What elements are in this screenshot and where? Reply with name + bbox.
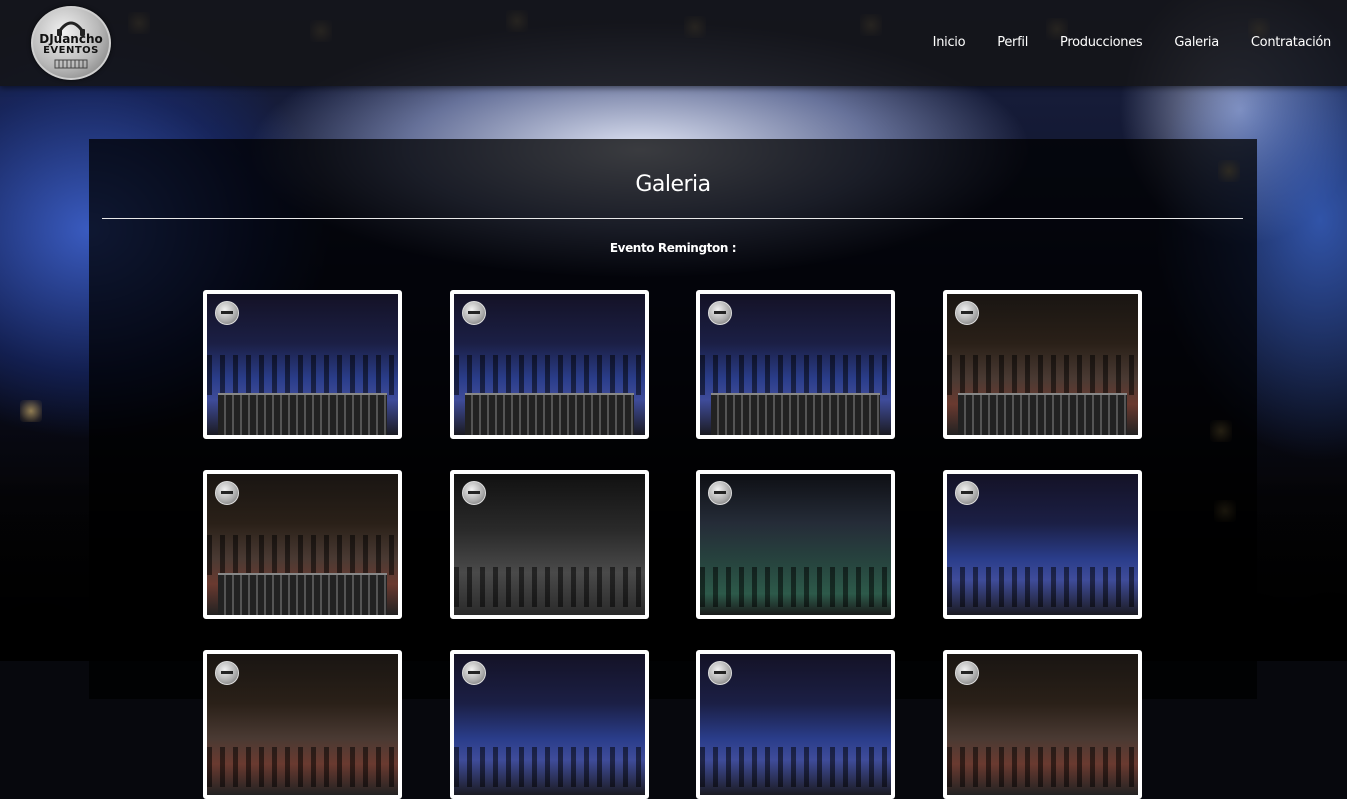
gallery-thumbnail[interactable] [943, 470, 1142, 619]
dancers-silhouette [947, 747, 1138, 787]
dancers-silhouette [947, 567, 1138, 607]
nav-link-galeria[interactable]: Galeria [1174, 35, 1219, 50]
nav-link-perfil[interactable]: Perfil [997, 35, 1028, 50]
nav-link-inicio[interactable]: Inicio [933, 35, 966, 50]
gallery-thumbnail[interactable] [696, 650, 895, 799]
nav-link-contratacion[interactable]: Contratación [1251, 35, 1331, 50]
dancers-silhouette [700, 567, 891, 607]
gallery-thumbnail[interactable] [450, 650, 649, 799]
dj-console [218, 393, 387, 435]
watermark-logo-icon [955, 481, 979, 505]
page-title: Galeria [635, 172, 711, 197]
gallery-thumbnail[interactable] [696, 470, 895, 619]
main-navigation: Inicio Perfil Producciones Galeria Contr… [901, 35, 1332, 50]
dj-console [218, 573, 387, 615]
gallery-thumbnail[interactable] [203, 650, 402, 799]
logo-text-bottom: EVENTOS [43, 45, 99, 56]
dancers-silhouette [947, 355, 1138, 395]
dancers-silhouette [207, 535, 398, 575]
gallery-thumbnail[interactable] [450, 470, 649, 619]
logo-text-top: DJuancho [39, 32, 103, 46]
watermark-logo-icon [955, 661, 979, 685]
dancers-silhouette [454, 747, 645, 787]
dancers-silhouette [207, 355, 398, 395]
dj-console [711, 393, 880, 435]
dancers-silhouette [207, 747, 398, 787]
dj-console [958, 393, 1127, 435]
site-header: DJuancho EVENTOS Inicio Perfil Produccio… [0, 0, 1347, 86]
event-title: Evento Remington : [609, 241, 737, 255]
dancers-silhouette [700, 747, 891, 787]
gallery-thumbnail[interactable] [943, 650, 1142, 799]
gallery-thumbnail[interactable] [450, 290, 649, 439]
watermark-logo-icon [955, 301, 979, 325]
watermark-logo-icon [708, 301, 732, 325]
watermark-logo-icon [215, 661, 239, 685]
dancers-silhouette [454, 567, 645, 607]
gallery-thumbnail[interactable] [203, 290, 402, 439]
watermark-logo-icon [462, 661, 486, 685]
gallery-thumbnail[interactable] [943, 290, 1142, 439]
watermark-logo-icon [708, 481, 732, 505]
watermark-logo-icon [215, 301, 239, 325]
title-divider [102, 218, 1243, 219]
gallery-thumbnail[interactable] [203, 470, 402, 619]
watermark-logo-icon [462, 301, 486, 325]
gallery-thumbnail[interactable] [696, 290, 895, 439]
dancers-silhouette [700, 355, 891, 395]
brand-logo[interactable]: DJuancho EVENTOS [31, 6, 111, 80]
nav-link-producciones[interactable]: Producciones [1060, 35, 1143, 50]
watermark-logo-icon [215, 481, 239, 505]
gallery-panel: Galeria Evento Remington : [89, 139, 1257, 799]
watermark-logo-icon [708, 661, 732, 685]
dj-console [465, 393, 634, 435]
watermark-logo-icon [462, 481, 486, 505]
dancers-silhouette [454, 355, 645, 395]
